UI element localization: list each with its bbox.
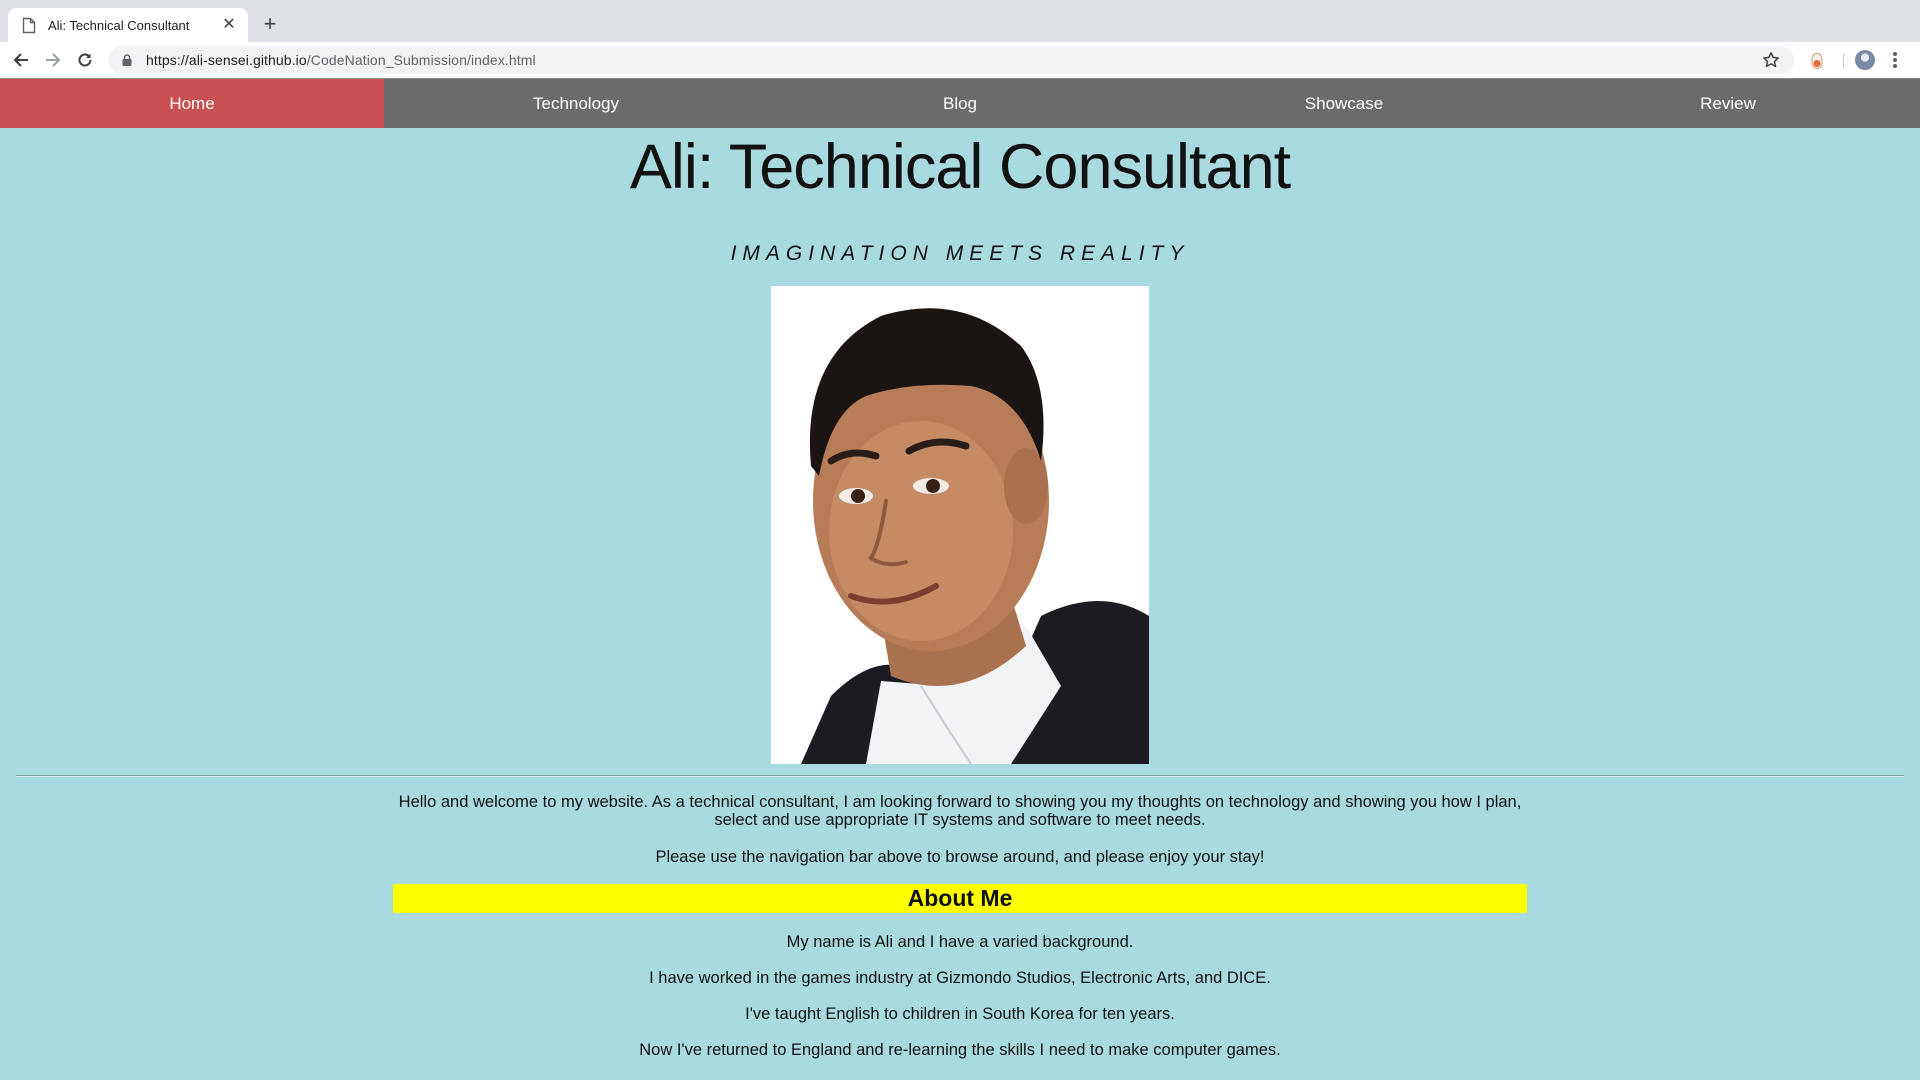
bio-line: Now I've returned to England and re-lear… <box>639 1041 1281 1059</box>
browser-tabstrip: Ali: Technical Consultant ✕ + <box>0 0 1920 42</box>
intro-paragraph: Hello and welcome to my website. As a te… <box>398 793 1522 829</box>
star-icon[interactable] <box>1762 51 1780 69</box>
nav-review[interactable]: Review <box>1536 79 1920 128</box>
close-tab-icon[interactable]: ✕ <box>220 16 238 34</box>
menu-kebab-icon[interactable] <box>1892 50 1898 70</box>
about-me-heading: About Me <box>393 884 1527 913</box>
new-tab-button[interactable]: + <box>260 12 280 36</box>
page-title: Ali: Technical Consultant <box>629 132 1291 202</box>
forward-button[interactable] <box>41 48 65 72</box>
profile-avatar[interactable] <box>1855 50 1875 70</box>
nav-blog[interactable]: Blog <box>768 79 1152 128</box>
extension-icon[interactable] <box>1808 52 1826 70</box>
reload-button[interactable] <box>73 48 97 72</box>
doc-icon <box>22 17 36 33</box>
toolbar-separator <box>1843 54 1844 68</box>
browser-toolbar: https://ali-sensei.github.io/CodeNation_… <box>0 42 1920 78</box>
browser-tab[interactable]: Ali: Technical Consultant ✕ <box>8 8 248 42</box>
nav-technology[interactable]: Technology <box>384 79 768 128</box>
back-button[interactable] <box>9 48 33 72</box>
forward-arrow-icon <box>46 53 61 67</box>
url-text: https://ali-sensei.github.io/CodeNation_… <box>146 52 536 68</box>
page-tagline: IMAGINATION MEETS REALITY <box>730 242 1190 265</box>
tab-title: Ali: Technical Consultant <box>48 17 190 33</box>
horizontal-rule <box>16 775 1904 777</box>
enjoy-paragraph: Please use the navigation bar above to b… <box>655 848 1265 866</box>
address-bar[interactable]: https://ali-sensei.github.io/CodeNation_… <box>108 46 1794 74</box>
bio-line: My name is Ali and I have a varied backg… <box>786 933 1134 951</box>
nav-showcase[interactable]: Showcase <box>1152 79 1536 128</box>
nav-home[interactable]: Home <box>0 79 384 128</box>
lock-icon <box>122 54 132 66</box>
back-arrow-icon <box>13 53 28 67</box>
reload-icon <box>78 53 92 67</box>
url-path: /CodeNation_Submission/index.html <box>306 52 536 68</box>
profile-photo <box>771 286 1149 764</box>
bio-line: I've taught English to children in South… <box>745 1005 1175 1023</box>
bio-line: I have worked in the games industry at G… <box>649 969 1271 987</box>
site-nav: Home Technology Blog Showcase Review <box>0 78 1920 128</box>
url-host: https://ali-sensei.github.io <box>146 52 307 68</box>
